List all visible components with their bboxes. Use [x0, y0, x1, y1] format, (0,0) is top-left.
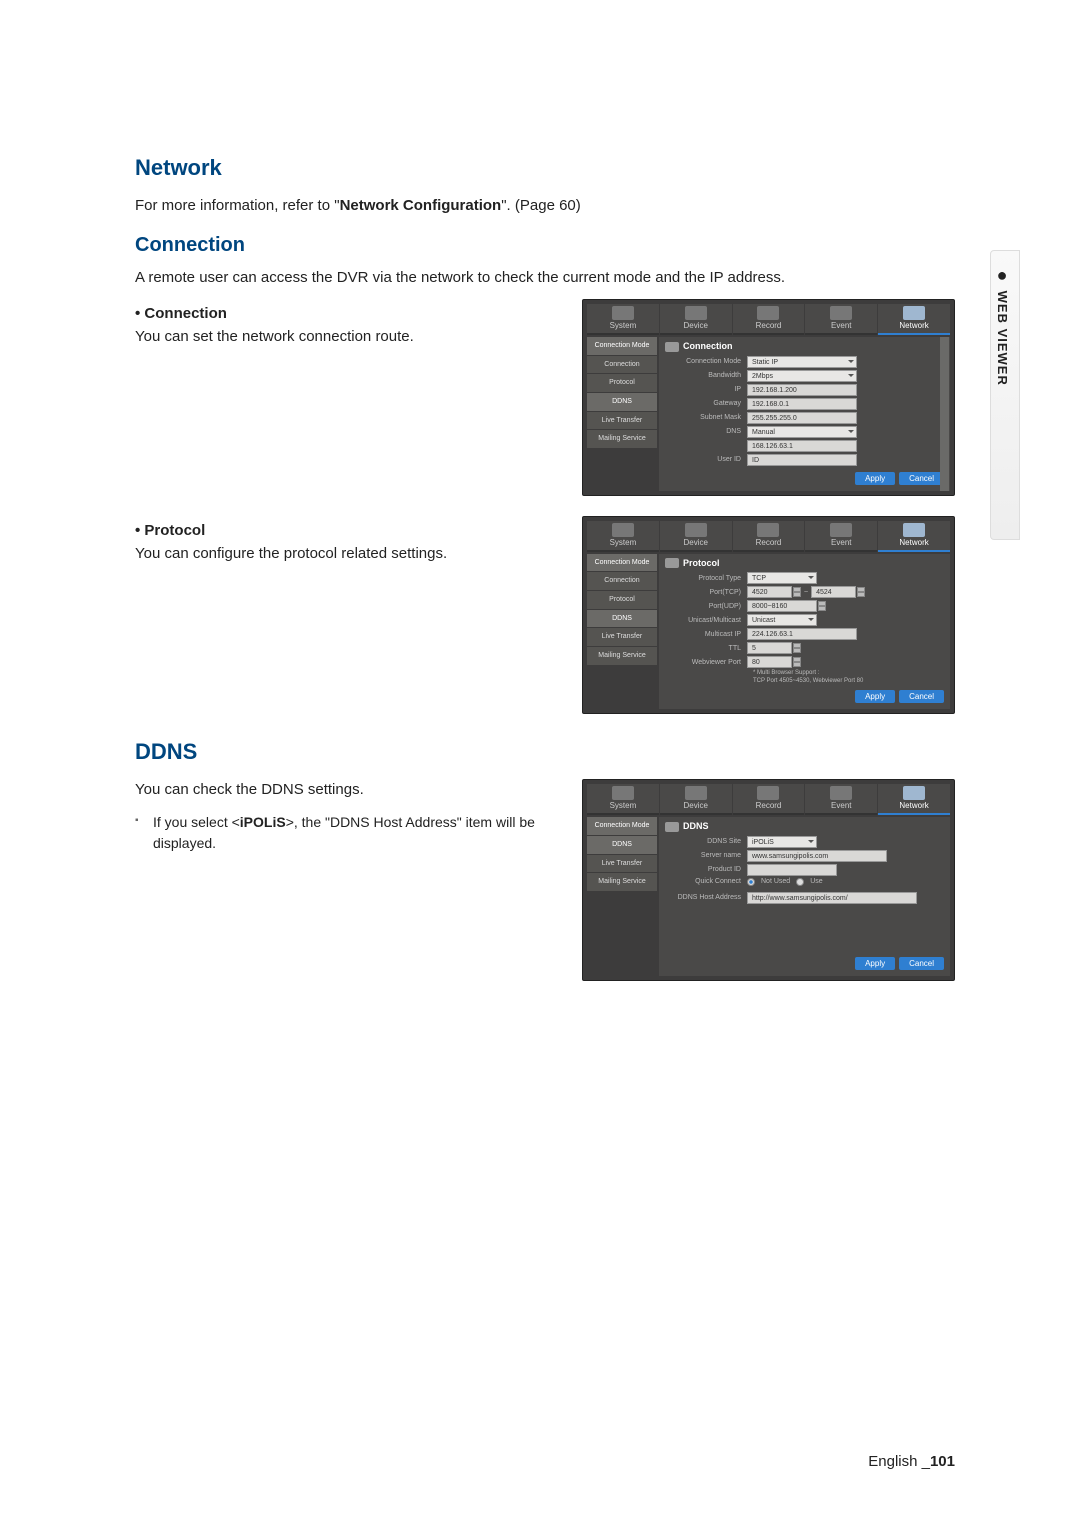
tab-network[interactable]: Network [878, 784, 950, 815]
bandwidth-select[interactable]: 2Mbps [747, 370, 857, 382]
side-live-transfer[interactable]: Live Transfer [587, 855, 657, 873]
subnet-input[interactable]: 255.255.255.0 [747, 412, 857, 424]
bullet-connection: Connection [135, 305, 552, 322]
proto-note-1: * Multi Browser Support : [753, 670, 944, 676]
panel-title-connection: Connection [665, 341, 944, 352]
side-tab-label: ● WEB VIEWER [991, 251, 1012, 386]
webviewer-port[interactable]: 80 [747, 656, 792, 668]
protocol-sub: You can configure the protocol related s… [135, 543, 552, 566]
side-connection-mode[interactable]: Connection Mode [587, 554, 657, 572]
tab-network[interactable]: Network [878, 304, 950, 335]
product-id-input[interactable] [747, 864, 837, 876]
side-ddns[interactable]: DDNS [587, 836, 657, 854]
gateway-input[interactable]: 192.168.0.1 [747, 398, 857, 410]
proto-note-2: TCP Port 4505~4530, Webviewer Port 80 [753, 678, 944, 684]
apply-button[interactable]: Apply [855, 472, 895, 485]
cancel-button[interactable]: Cancel [899, 957, 944, 970]
dns-select[interactable]: Manual [747, 426, 857, 438]
side-mailing-service[interactable]: Mailing Service [587, 647, 657, 665]
bullet-protocol: Protocol [135, 522, 552, 539]
tab-system[interactable]: System [587, 521, 659, 552]
tab-record[interactable]: Record [733, 784, 805, 815]
side-live-transfer[interactable]: Live Transfer [587, 628, 657, 646]
ddns-site-select[interactable]: iPOLiS [747, 836, 817, 848]
ip-input[interactable]: 192.168.1.200 [747, 384, 857, 396]
side-connection[interactable]: Connection [587, 356, 657, 374]
side-live-transfer[interactable]: Live Transfer [587, 412, 657, 430]
tab-device[interactable]: Device [660, 304, 732, 335]
ddns-desc: You can check the DDNS settings. [135, 779, 552, 802]
side-connection[interactable]: Connection [587, 572, 657, 590]
side-ddns[interactable]: DDNS [587, 610, 657, 628]
quick-connect-radio[interactable]: Not Used Use [747, 878, 823, 886]
network-intro: For more information, refer to "Network … [135, 195, 955, 218]
heading-network: Network [135, 155, 955, 181]
side-mailing-service[interactable]: Mailing Service [587, 430, 657, 448]
tab-system[interactable]: System [587, 304, 659, 335]
user-id-input[interactable]: ID [747, 454, 857, 466]
apply-button[interactable]: Apply [855, 690, 895, 703]
port-tcp-from[interactable]: 4520 [747, 586, 792, 598]
tab-event[interactable]: Event [805, 304, 877, 335]
heading-connection: Connection [135, 234, 955, 257]
cancel-button[interactable]: Cancel [899, 472, 944, 485]
side-tab: ● WEB VIEWER [990, 250, 1020, 540]
side-protocol[interactable]: Protocol [587, 591, 657, 609]
tab-record[interactable]: Record [733, 304, 805, 335]
side-connection-mode[interactable]: Connection Mode [587, 337, 657, 355]
dvr-panel-protocol: System Device Record Event Network Conne… [582, 516, 955, 715]
unicast-select[interactable]: Unicast [747, 614, 817, 626]
ttl-input[interactable]: 5 [747, 642, 792, 654]
scrollbar[interactable] [940, 337, 949, 491]
tab-device[interactable]: Device [660, 784, 732, 815]
ddns-host-address[interactable]: http://www.samsungipolis.com/ [747, 892, 917, 904]
connection-mode-select[interactable]: Static IP [747, 356, 857, 368]
tab-system[interactable]: System [587, 784, 659, 815]
multicast-ip[interactable]: 224.126.63.1 [747, 628, 857, 640]
page-footer: English _101 [868, 1453, 955, 1470]
connection-desc: A remote user can access the DVR via the… [135, 267, 955, 290]
dns-ip-input[interactable]: 168.126.63.1 [747, 440, 857, 452]
side-connection-mode[interactable]: Connection Mode [587, 817, 657, 835]
side-ddns[interactable]: DDNS [587, 393, 657, 411]
protocol-type-select[interactable]: TCP [747, 572, 817, 584]
tab-network[interactable]: Network [878, 521, 950, 552]
connection-sub: You can set the network connection route… [135, 326, 552, 349]
dvr-panel-connection: System Device Record Event Network Conne… [582, 299, 955, 496]
tab-device[interactable]: Device [660, 521, 732, 552]
tab-event[interactable]: Event [805, 521, 877, 552]
server-name-input[interactable]: www.samsungipolis.com [747, 850, 887, 862]
ddns-note: If you select <iPOLiS>, the "DDNS Host A… [135, 812, 552, 854]
port-udp[interactable]: 8000~8160 [747, 600, 817, 612]
panel-title-ddns: DDNS [665, 821, 944, 832]
side-protocol[interactable]: Protocol [587, 374, 657, 392]
tab-record[interactable]: Record [733, 521, 805, 552]
heading-ddns: DDNS [135, 739, 955, 765]
apply-button[interactable]: Apply [855, 957, 895, 970]
cancel-button[interactable]: Cancel [899, 690, 944, 703]
port-tcp-to[interactable]: 4524 [811, 586, 856, 598]
panel-title-protocol: Protocol [665, 558, 944, 569]
tab-event[interactable]: Event [805, 784, 877, 815]
side-mailing-service[interactable]: Mailing Service [587, 873, 657, 891]
dvr-panel-ddns: System Device Record Event Network Conne… [582, 779, 955, 981]
